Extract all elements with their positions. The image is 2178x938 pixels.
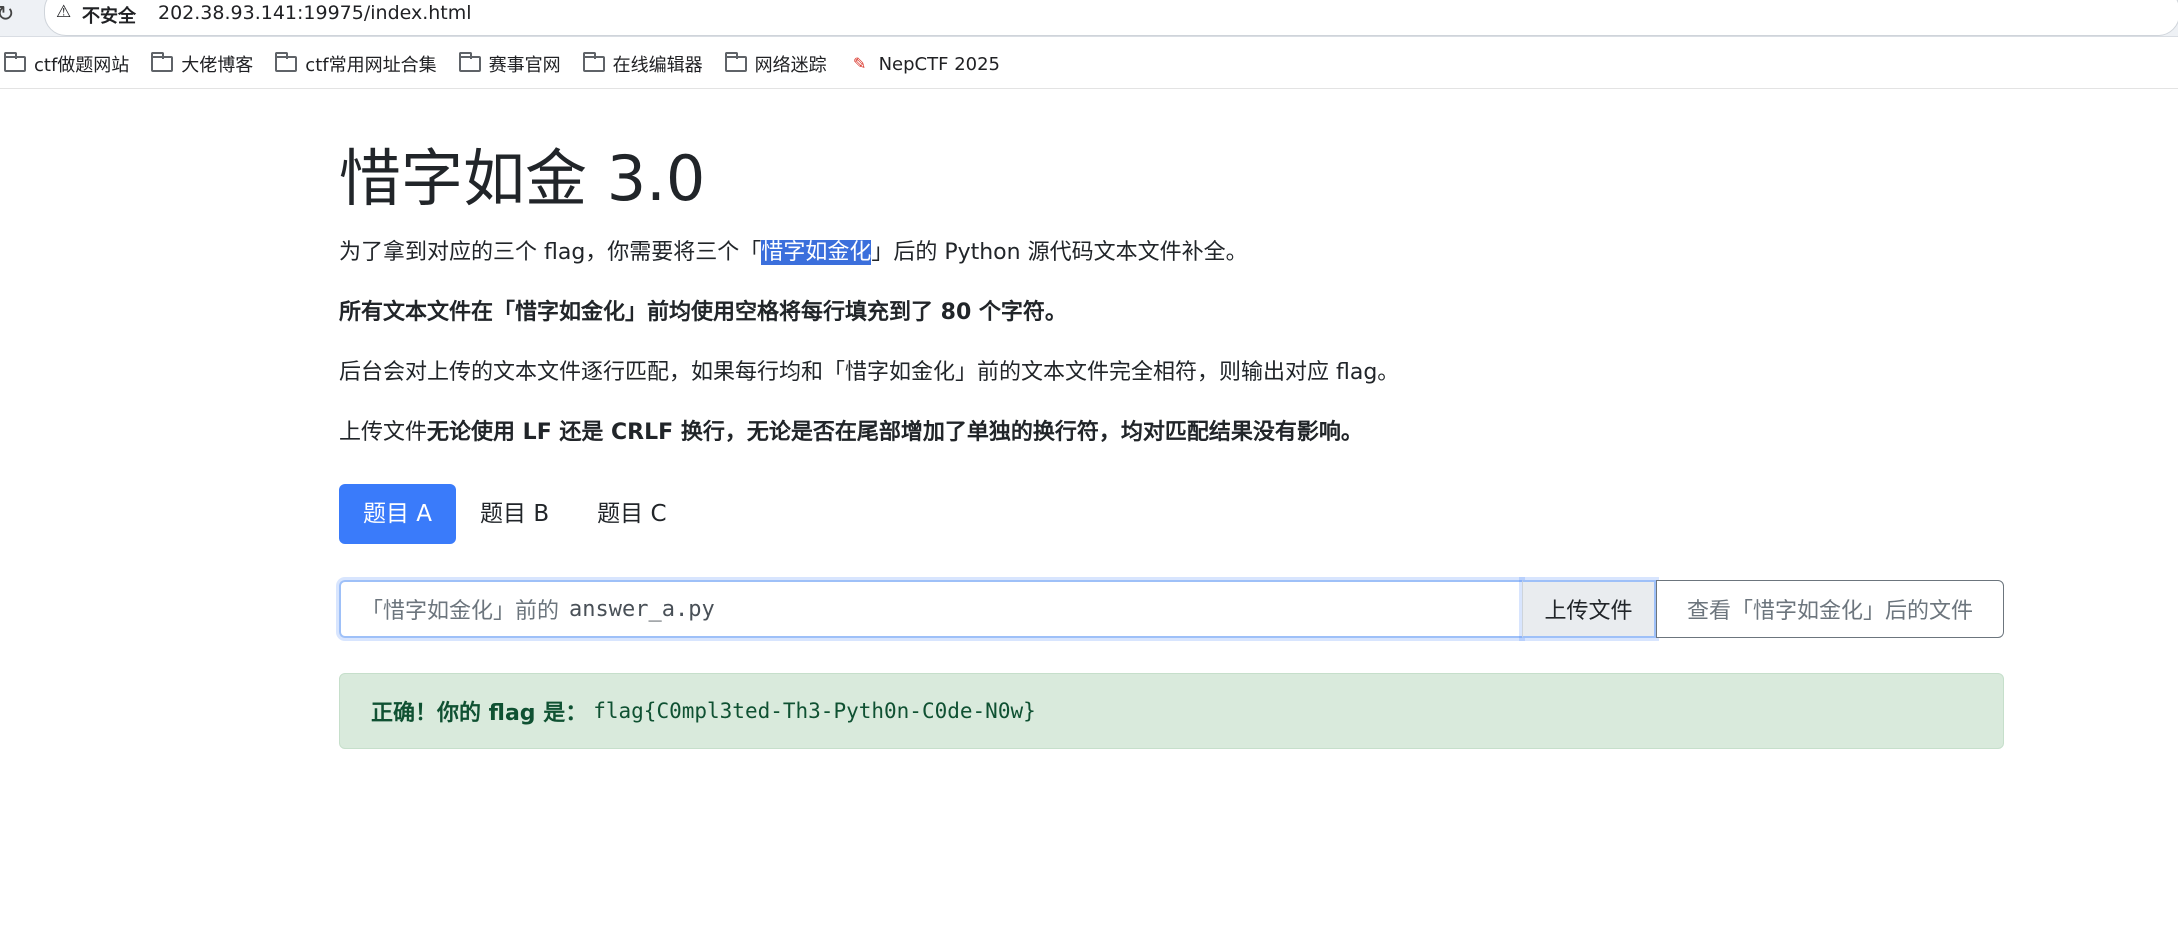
file-input[interactable]: 「惜字如金化」前的 answer_a.py <box>339 580 1522 638</box>
newline-note-bold: 无论使用 LF 还是 CRLF 换行，无论是否在尾部增加了单独的换行符，均对匹配… <box>427 420 1363 445</box>
warning-icon[interactable]: ⚠ <box>56 2 71 22</box>
view-file-button[interactable]: 查看「惜字如金化」后的文件 <box>1656 580 2004 638</box>
tab-challenge-c[interactable]: 题目 C <box>573 484 690 544</box>
success-alert: 正确！你的 flag 是： flag{C0mpl3ted-Th3-Pyth0n-… <box>339 673 2004 749</box>
folder-icon <box>275 52 298 72</box>
intro-text-after: 」后的 Python 源代码文本文件补全。 <box>871 240 1248 265</box>
bookmark-label: ctf做题网站 <box>34 55 130 76</box>
bookmark-label: NepCTF 2025 <box>878 53 1001 75</box>
bookmark-label: 大佬博客 <box>181 55 254 76</box>
intro-paragraph: 为了拿到对应的三个 flag，你需要将三个「惜字如金化」后的 Python 源代… <box>339 234 1248 266</box>
challenge-tabs: 题目 A 题目 B 题目 C <box>339 484 691 544</box>
padding-note: 所有文本文件在「惜字如金化」前均使用空格将每行填充到了 80 个字符。 <box>339 300 1067 325</box>
browser-chrome: ↻ ⚠ 不安全 202.38.93.141:19975/index.html c… <box>0 0 2178 89</box>
url-text[interactable]: 202.38.93.141:19975/index.html <box>158 2 472 24</box>
page-title: 惜字如金 3.0 <box>339 142 706 215</box>
tab-challenge-a[interactable]: 题目 A <box>339 484 457 544</box>
bookmark-blogs[interactable]: 大佬博客 <box>151 51 253 77</box>
newline-note: 上传文件无论使用 LF 还是 CRLF 换行，无论是否在尾部增加了单独的换行符，… <box>339 414 1363 446</box>
bookmark-label: 在线编辑器 <box>612 55 703 76</box>
selected-text: 惜字如金化 <box>761 240 872 265</box>
folder-icon <box>724 52 747 72</box>
tab-challenge-b[interactable]: 题目 B <box>456 484 573 544</box>
newline-note-plain: 上传文件 <box>339 420 428 445</box>
bookmark-label: 网络迷踪 <box>754 55 827 76</box>
intro-text-before: 为了拿到对应的三个 flag，你需要将三个「 <box>339 240 762 265</box>
bookmark-label: 赛事官网 <box>488 55 561 76</box>
nepctf-favicon-icon: ✎ <box>852 54 867 73</box>
matching-note: 后台会对上传的文本文件逐行匹配，如果每行均和「惜字如金化」前的文本文件完全相符，… <box>339 360 1400 385</box>
bookmark-label: ctf常用网址合集 <box>305 55 437 76</box>
upload-input-group: 「惜字如金化」前的 answer_a.py 上传文件 查看「惜字如金化」后的文件 <box>339 580 2004 638</box>
bookmark-ctf-sites[interactable]: ctf做题网站 <box>4 51 129 77</box>
address-bar-area: ↻ ⚠ 不安全 202.38.93.141:19975/index.html <box>0 0 2178 37</box>
bookmark-ctf-links[interactable]: ctf常用网址合集 <box>275 51 437 77</box>
bookmark-online-editors[interactable]: 在线编辑器 <box>582 51 703 77</box>
bookmark-nepctf[interactable]: ✎ NepCTF 2025 <box>849 54 1000 75</box>
folder-icon <box>582 52 605 72</box>
upload-button[interactable]: 上传文件 <box>1522 580 1656 638</box>
bookmark-contest-sites[interactable]: 赛事官网 <box>458 51 561 77</box>
result-label: 正确！你的 flag 是： <box>371 701 588 726</box>
folder-icon <box>458 52 481 72</box>
file-input-prefix: 「惜字如金化」前的 <box>361 599 560 624</box>
folder-icon <box>4 52 26 72</box>
bookmark-osint[interactable]: 网络迷踪 <box>724 51 827 77</box>
folder-icon <box>151 52 174 72</box>
bookmarks-bar: ctf做题网站 大佬博客 ctf常用网址合集 赛事官网 在线编辑器 网络迷踪 ✎… <box>0 48 1022 80</box>
file-input-filename: answer_a.py <box>569 596 715 622</box>
security-label[interactable]: 不安全 <box>82 2 136 28</box>
flag-value: flag{C0mpl3ted-Th3-Pyth0n-C0de-N0w} <box>593 699 1036 723</box>
reload-icon[interactable]: ↻ <box>0 2 14 27</box>
